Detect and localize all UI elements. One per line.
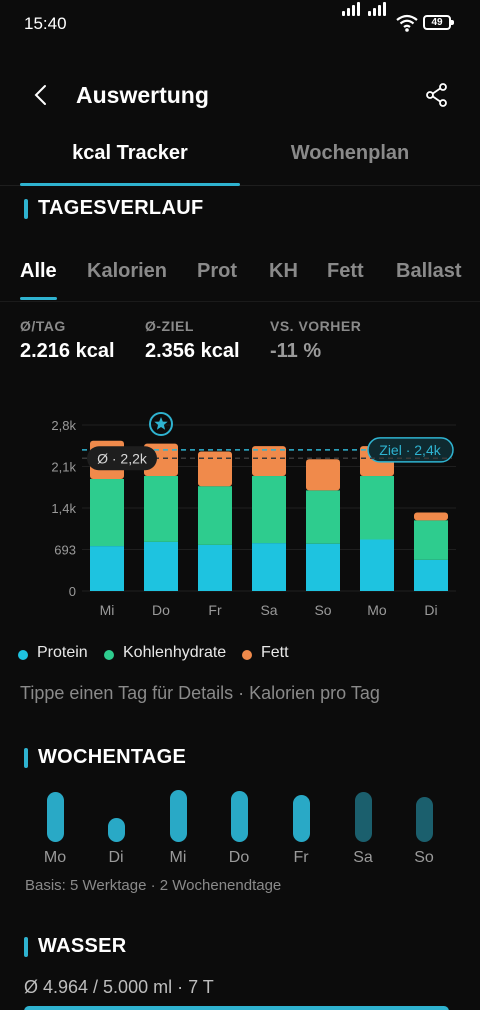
legend-label: Protein: [37, 644, 88, 661]
y-tick-label: 2,1k: [51, 460, 76, 475]
filter-kalorien[interactable]: Kalorien: [87, 260, 167, 283]
goal-label: Ziel · 2,4k: [379, 442, 441, 458]
filter-tabs: Alle Kalorien Prot KH Fett Ballast: [0, 250, 480, 302]
water-progress-bar: [24, 1006, 449, 1010]
x-tick-label: Mo: [367, 602, 387, 618]
legend-label: Fett: [261, 644, 289, 661]
bar-fett-di: [414, 512, 448, 521]
wifi-icon: [396, 14, 418, 32]
bar-protein-sa: [252, 543, 286, 591]
filter-all[interactable]: Alle: [20, 260, 57, 283]
weekday-mo[interactable]: Mo: [25, 786, 85, 874]
tab-kcal-tracker[interactable]: kcal Tracker: [20, 142, 240, 165]
x-tick-label: Sa: [260, 602, 277, 618]
average-label: Ø · 2,2k: [97, 450, 148, 466]
weekday-bar: [47, 792, 64, 842]
filter-ballast[interactable]: Ballast: [396, 260, 462, 283]
filter-fett[interactable]: Fett: [327, 260, 364, 283]
battery-icon: 49: [423, 15, 454, 30]
weekday-so[interactable]: So: [394, 786, 454, 874]
stat-value: 2.216 kcal: [20, 340, 115, 362]
bar-protein-fr: [198, 544, 232, 591]
y-tick-label: 0: [69, 584, 76, 599]
bar-fett-so: [306, 459, 340, 491]
weekday-do[interactable]: Do: [209, 786, 269, 874]
stat-label: VS. VORHER: [270, 318, 362, 334]
bar-kohlenhydrate-do: [144, 476, 178, 542]
active-filter-indicator: [20, 297, 57, 300]
bar-kohlenhydrate-sa: [252, 476, 286, 544]
back-arrow-icon[interactable]: [28, 82, 54, 108]
water-summary: Ø 4.964 / 5.000 ml · 7 T: [24, 977, 214, 997]
active-tab-indicator: [20, 183, 240, 186]
weekday-label: Di: [108, 849, 124, 866]
weekday-bars: Mo Di Mi Do Fr Sa So: [0, 786, 480, 876]
stat-label: Ø-ZIEL: [145, 318, 194, 334]
legend-dot: [104, 650, 114, 660]
bar-kohlenhydrate-mo: [360, 476, 394, 540]
weekday-bar: [355, 792, 372, 842]
y-tick-label: 2,8k: [51, 418, 76, 433]
bar-protein-di: [414, 559, 448, 591]
weekday-bar: [293, 795, 310, 842]
weekday-bar: [416, 797, 433, 842]
weekday-label: Mo: [43, 849, 67, 866]
filter-kh[interactable]: KH: [269, 260, 298, 283]
daily-calorie-chart: 0 693 1,4k 2,1k 2,8k Mi Do Fr Sa So Mo Di Ziel · 2,4…: [51, 412, 456, 618]
weekday-label: Sa: [353, 849, 373, 866]
x-tick-label: Do: [152, 602, 170, 618]
x-tick-label: Mi: [100, 602, 115, 618]
share-icon[interactable]: [424, 82, 450, 108]
status-time: 15:40: [24, 14, 67, 33]
bar-fett-fr: [198, 451, 232, 487]
weekday-sa[interactable]: Sa: [333, 786, 393, 874]
x-tick-label: Di: [424, 602, 437, 618]
bar-kohlenhydrate-di: [414, 520, 448, 560]
weekday-label: Do: [228, 849, 250, 866]
weekday-fr[interactable]: Fr: [271, 786, 331, 874]
star-icon: [149, 412, 173, 436]
y-tick-label: 1,4k: [51, 501, 76, 516]
weekday-di[interactable]: Di: [86, 786, 146, 874]
weekday-label: So: [414, 849, 434, 866]
main-tabs: kcal Tracker Wochenplan: [0, 136, 480, 188]
bar-protein-do: [144, 541, 178, 591]
weekday-label: Mi: [169, 849, 187, 866]
stat-average-goal: Ø-ZIEL 2.356 kcal: [145, 318, 240, 363]
weekday-bar: [170, 790, 187, 842]
filters-divider: [0, 301, 480, 302]
weekday-bar: [108, 818, 125, 842]
bar-kohlenhydrate-fr: [198, 486, 232, 545]
bar-protein-so: [306, 543, 340, 591]
app-bar: Auswertung: [0, 70, 480, 120]
stat-value: 2.356 kcal: [145, 340, 240, 362]
section-title-weekdays: WOCHENTAGE: [24, 746, 186, 769]
bar-protein-mi: [90, 546, 124, 591]
bar-kohlenhydrate-so: [306, 490, 340, 544]
filter-protein[interactable]: Prot: [197, 260, 237, 283]
y-tick-label: 693: [54, 543, 76, 558]
stat-average-day: Ø/TAG 2.216 kcal: [20, 318, 115, 363]
bar-protein-mo: [360, 539, 394, 591]
status-bar: 15:40 49: [0, 0, 480, 48]
page-title: Auswertung: [76, 82, 209, 108]
section-title-water: WASSER: [24, 935, 126, 958]
chart-hint: Tippe einen Tag für Details · Kalorien p…: [20, 683, 380, 703]
stat-value: -11 %: [270, 340, 322, 362]
legend-dot: [242, 650, 252, 660]
x-tick-label: So: [314, 602, 331, 618]
weekday-label: Fr: [293, 849, 309, 866]
stat-label: Ø/TAG: [20, 318, 66, 334]
x-tick-label: Fr: [208, 602, 222, 618]
bar-kohlenhydrate-mi: [90, 479, 124, 547]
legend-dot: [18, 650, 28, 660]
tab-wochenplan[interactable]: Wochenplan: [240, 142, 460, 165]
weekday-basis: Basis: 5 Werktage · 2 Wochenendtage: [25, 877, 282, 894]
stat-vs-previous: VS. VORHER -11 %: [270, 318, 361, 363]
weekday-mi[interactable]: Mi: [148, 786, 208, 874]
section-title-daily: TAGESVERLAUF: [24, 197, 203, 220]
weekday-bar: [231, 791, 248, 842]
legend-label: Kohlenhydrate: [123, 644, 227, 661]
summary-stats: Ø/TAG 2.216 kcal Ø-ZIEL 2.356 kcal VS. V…: [0, 318, 480, 368]
